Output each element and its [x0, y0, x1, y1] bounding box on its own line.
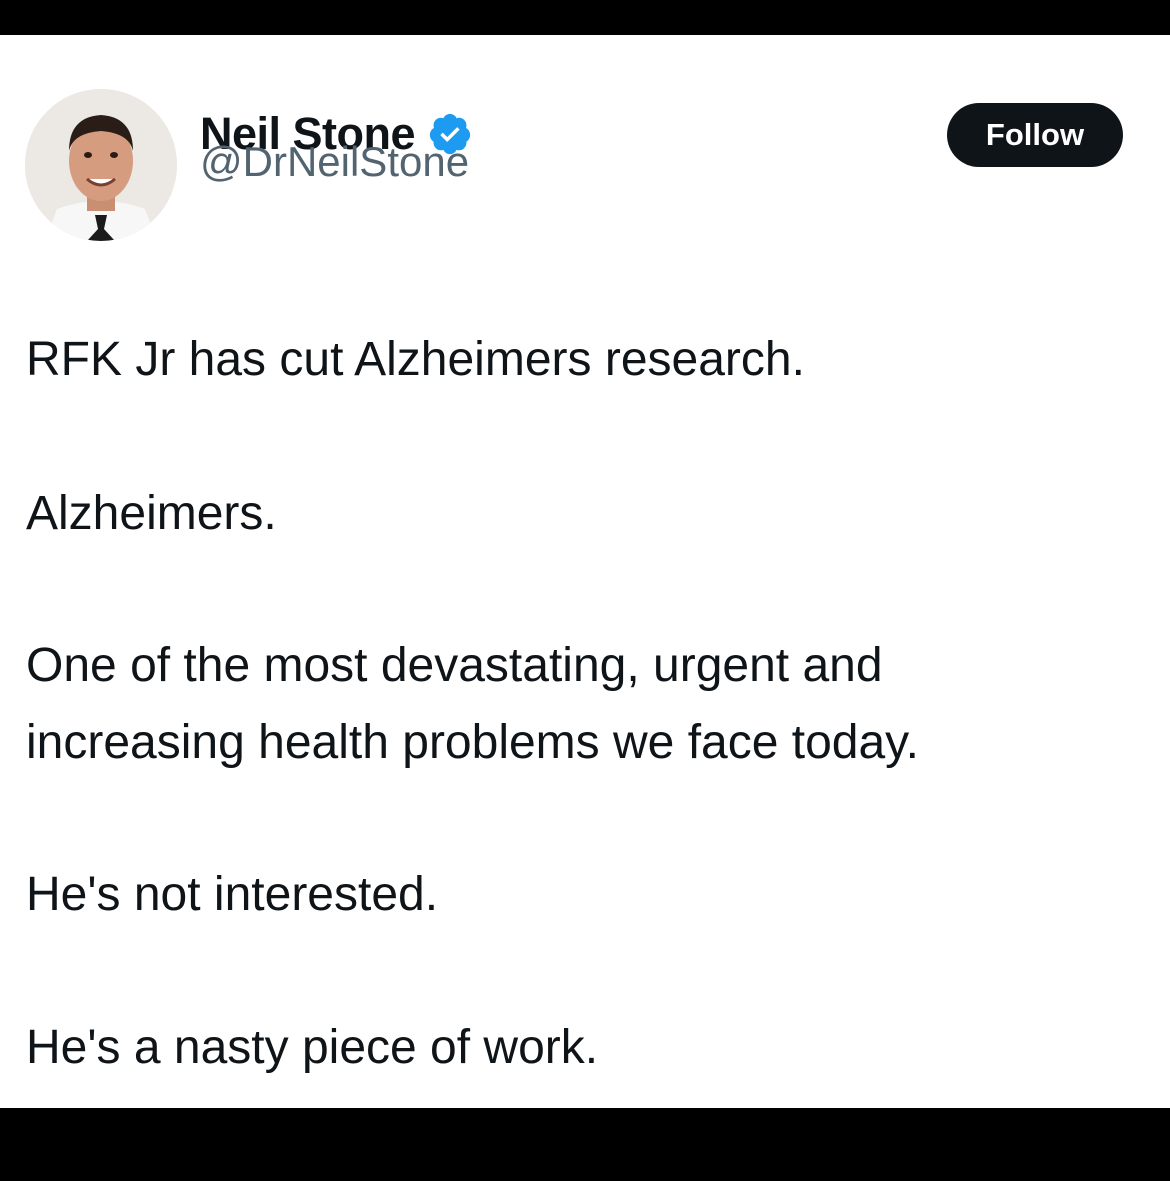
author-avatar[interactable] — [25, 89, 177, 241]
tweet-text-line: One of the most devastating, urgent and — [26, 639, 883, 692]
top-frame-bar — [0, 0, 1170, 35]
follow-button[interactable]: Follow — [947, 103, 1123, 167]
tweet-text-line: Alzheimers. — [26, 487, 277, 540]
tweet-card: Neil Stone @DrNeilStone Follow RFK Jr ha… — [0, 35, 1170, 1108]
author-handle[interactable]: @DrNeilStone — [200, 136, 469, 188]
bottom-frame-bar — [0, 1108, 1170, 1181]
tweet-text-line: He's not interested. — [26, 868, 439, 921]
tweet-text-line: RFK Jr has cut Alzheimers research. — [26, 333, 805, 386]
tweet-text-line: He's a nasty piece of work. — [26, 1021, 599, 1074]
profile-photo-icon — [25, 89, 177, 241]
tweet-text-line: increasing health problems we face today… — [26, 716, 919, 769]
